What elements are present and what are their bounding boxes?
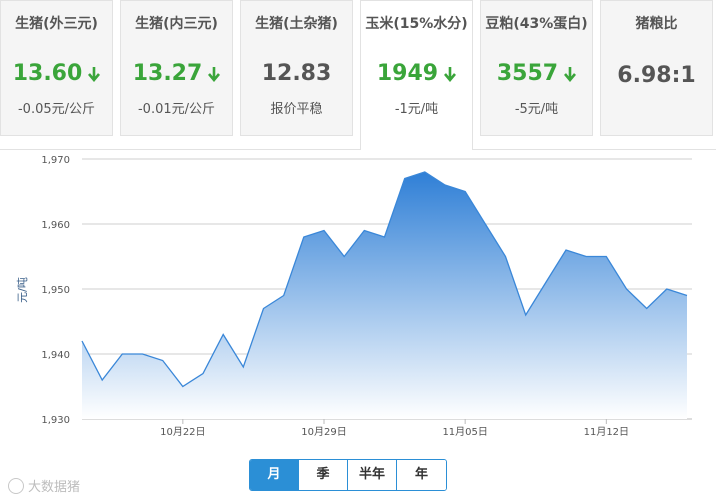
card-pig-grain-ratio[interactable]: 猪粮比 6.98:1 <box>600 0 713 136</box>
y-tick-label: 1,930 <box>41 415 70 426</box>
watermark: 大数据猪 <box>8 476 80 495</box>
y-tick-label: 1,970 <box>41 155 70 166</box>
data-point[interactable] <box>664 286 670 292</box>
price-value: 12.83 <box>261 61 332 86</box>
data-point[interactable] <box>583 254 589 260</box>
price-cards: 生猪(外三元) 13.60 -0.05元/公斤 生猪(内三元) 13.27 -0… <box>0 0 716 150</box>
data-point[interactable] <box>79 338 85 344</box>
data-point[interactable] <box>261 306 267 312</box>
card-price: 3557 <box>481 61 592 88</box>
price-value: 13.60 <box>12 61 83 86</box>
y-tick-label: 1,940 <box>41 350 70 361</box>
chart-panel: 1,930 1,940 1,950 1,960 1,970 10月22日 10月29日 11月… <box>0 149 716 501</box>
card-title: 豆粕(43%蛋白) <box>485 16 588 32</box>
data-point[interactable] <box>402 176 408 182</box>
card-change: -1元/吨 <box>394 102 439 117</box>
card-title: 玉米(15%水分) <box>365 16 468 32</box>
range-quarter-button[interactable]: 季 <box>299 460 348 490</box>
data-point[interactable] <box>220 332 226 338</box>
arrow-down-icon <box>88 63 101 88</box>
pig-logo-icon <box>8 477 24 494</box>
data-point[interactable] <box>523 312 529 318</box>
data-point[interactable] <box>624 286 630 292</box>
price-value: 3557 <box>496 61 559 86</box>
data-point[interactable] <box>281 293 287 299</box>
data-point[interactable] <box>603 254 609 260</box>
data-point[interactable] <box>543 280 549 286</box>
data-point[interactable] <box>180 384 186 390</box>
card-title: 生猪(土杂猪) <box>255 16 338 32</box>
card-corn[interactable]: 玉米(15%水分) 1949 -1元/吨 <box>360 0 473 150</box>
series-area <box>82 172 687 419</box>
data-point[interactable] <box>140 351 146 357</box>
range-year-button[interactable]: 年 <box>397 460 446 490</box>
card-change: -5元/吨 <box>514 102 559 117</box>
price-value: 13.27 <box>132 61 203 86</box>
data-point[interactable] <box>200 371 206 377</box>
arrow-down-icon <box>208 63 221 88</box>
card-change: 报价平稳 <box>270 102 323 117</box>
card-soybean-meal[interactable]: 豆粕(43%蛋白) 3557 -5元/吨 <box>480 0 593 136</box>
watermark-text: 大数据猪 <box>28 480 81 495</box>
price-value: 6.98:1 <box>617 63 696 88</box>
card-change: -0.05元/公斤 <box>17 102 96 117</box>
range-month-button[interactable]: 月 <box>250 460 299 490</box>
y-tick-label: 1,960 <box>41 220 70 231</box>
card-title: 猪粮比 <box>635 16 678 32</box>
card-change: -0.01元/公斤 <box>137 102 216 117</box>
arrow-down-icon <box>444 63 457 88</box>
data-point[interactable] <box>160 358 166 364</box>
data-point[interactable] <box>684 293 690 299</box>
price-area-chart: 1,930 1,940 1,950 1,960 1,970 10月22日 10月29日 11月… <box>16 155 692 438</box>
card-price: 13.60 <box>1 61 112 88</box>
price-value: 1949 <box>376 61 439 86</box>
data-point[interactable] <box>301 234 307 240</box>
y-axis-label: 元/吨 <box>16 277 29 303</box>
y-tick-label: 1,950 <box>41 285 70 296</box>
time-range-selector: 月 季 半年 年 <box>249 459 447 491</box>
card-pig-local[interactable]: 生猪(土杂猪) 12.83 报价平稳 <box>240 0 353 136</box>
data-point[interactable] <box>240 364 246 370</box>
data-point[interactable] <box>644 306 650 312</box>
range-half-year-button[interactable]: 半年 <box>348 460 397 490</box>
data-point[interactable] <box>382 234 388 240</box>
x-tick-label: 11月12日 <box>584 426 629 438</box>
data-point[interactable] <box>422 169 428 175</box>
card-price: 12.83 <box>241 61 352 86</box>
card-pig-inner-three[interactable]: 生猪(内三元) 13.27 -0.01元/公斤 <box>120 0 233 136</box>
arrow-down-icon <box>564 63 577 88</box>
data-point[interactable] <box>341 254 347 260</box>
data-point[interactable] <box>119 351 125 357</box>
card-price: 6.98:1 <box>601 63 712 88</box>
x-tick-label: 10月22日 <box>160 426 205 438</box>
data-point[interactable] <box>361 228 367 234</box>
x-tick-label: 10月29日 <box>301 426 346 438</box>
data-point[interactable] <box>482 221 488 227</box>
card-title: 生猪(外三元) <box>15 16 98 32</box>
card-title: 生猪(内三元) <box>135 16 218 32</box>
data-point[interactable] <box>563 247 569 253</box>
data-point[interactable] <box>321 228 327 234</box>
data-point[interactable] <box>442 182 448 188</box>
x-tick-label: 11月05日 <box>442 426 487 438</box>
card-price: 1949 <box>361 61 472 88</box>
data-point[interactable] <box>462 189 468 195</box>
data-point[interactable] <box>503 254 509 260</box>
data-point[interactable] <box>99 377 105 383</box>
card-price: 13.27 <box>121 61 232 88</box>
card-pig-outer-three[interactable]: 生猪(外三元) 13.60 -0.05元/公斤 <box>0 0 113 136</box>
